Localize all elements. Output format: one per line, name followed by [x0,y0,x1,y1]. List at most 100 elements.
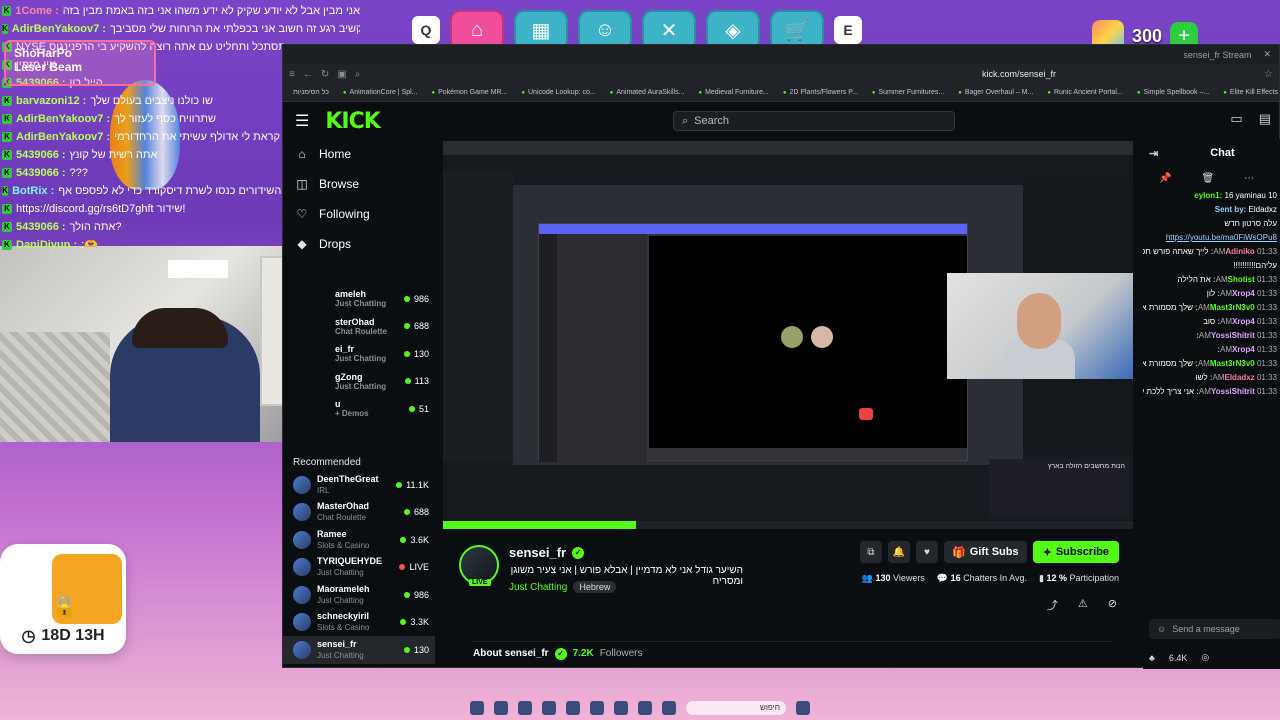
emote-icon[interactable]: ☺ [1157,624,1166,634]
bookmark-item[interactable]: AnimationCore | Spl... [343,89,418,96]
sponsor-banner: הנות מחשבים הזולה בארץ [989,459,1129,517]
chat-link[interactable]: https://youtu.be/ma0FiWsOPu8 [1166,233,1277,242]
bookmark-item[interactable]: Summer Furnitures... [872,89,944,96]
followed-channel[interactable]: u + Demos 51 [283,395,435,423]
kick-logo[interactable]: KICK [325,109,380,134]
close-window-icon[interactable]: ✕ [1263,49,1271,60]
reload-icon[interactable]: ↻ [321,69,329,80]
channel-points[interactable]: 6.4K [1169,653,1188,663]
chatters-stat: 💬 16 Chatters In Avg. [937,573,1027,584]
chat-title: Chat [1210,147,1235,159]
bookmark-item[interactable]: Bager Overhaul – M... [958,89,1033,96]
channel-avatar [293,585,311,604]
bookmark-item[interactable]: Medieval Furniture... [698,89,769,96]
chat-username[interactable]: eylon1: [1194,191,1224,200]
recommended-channel[interactable]: MasterOhad Chat Roulette 688 [283,499,435,527]
taskbar-app-icon[interactable] [518,701,532,715]
channel-info: LIVE sensei_fr ✓ השיער גודל אני לא מדמיי… [453,539,1133,661]
overlay-chat-user: barvazoni12 : [16,95,87,107]
followers-label: Followers [599,648,643,659]
chat-settings-icon[interactable]: ⋯ [1244,173,1254,184]
live-dot-icon [403,509,410,516]
chat-username[interactable]: Sent by: [1215,205,1249,214]
tab-title[interactable]: sensei_fr Stream [1183,50,1251,60]
search-input[interactable]: ⌕ Search [673,111,955,131]
overlay-chat-message: אני מבין אבל לא יודע שקיק לא ידע משהו אנ… [62,5,360,17]
report-icon[interactable]: ⚠ [1078,597,1088,613]
recommended-channel[interactable]: TYRIQUEHYDE Just Chatting LIVE [283,554,435,582]
chat-message: 01:33 AMXrop4: לון [1143,287,1280,301]
mod-badge-icon: K [2,132,12,142]
taskbar-app-icon[interactable] [638,701,652,715]
bookmark-item[interactable]: Runic Ancient Portal... [1047,89,1123,96]
taskbar-app-icon[interactable] [662,701,676,715]
followed-channel[interactable]: ei_fr Just Chatting 130 [283,340,435,368]
bookmark-star-icon[interactable]: ☆ [1264,69,1273,80]
taskbar-app-icon[interactable] [542,701,556,715]
url-field[interactable]: kick.com/sensei_fr [982,69,1056,79]
search-small-icon[interactable]: ⌕ [355,69,361,80]
nav-item-following[interactable]: ♡ Following [283,199,435,229]
key-q[interactable]: Q [412,16,440,44]
hide-icon[interactable]: ⊘ [1108,597,1117,613]
clip-icon[interactable]: ⧉ [860,541,882,563]
bookmark-item[interactable]: Unicode Lookup: co... [521,89,596,96]
live-dot-icon [403,323,410,330]
chat-text: סוב [1203,317,1216,326]
taskbar-search[interactable]: חיפוש [686,701,786,715]
key-e[interactable]: E [834,16,862,44]
taskbar-app-icon[interactable] [614,701,628,715]
followed-channel[interactable]: sterOhad Chat Roulette 688 [283,313,435,341]
taskbar-app-icon[interactable] [470,701,484,715]
collapse-chat-icon[interactable]: ⇥ [1149,147,1158,160]
windows-start-icon[interactable] [796,701,810,715]
extension-icon[interactable]: ▣ [337,69,346,80]
video-player[interactable]: הנות מחשבים הזולה בארץ [443,141,1133,529]
subscribe-button[interactable]: ✦ Subscribe [1032,541,1119,563]
layout-icon[interactable]: ▤ [1259,111,1271,127]
inbox-icon[interactable]: ▭ [1230,111,1242,127]
channel-avatar [293,558,311,577]
pin-icon[interactable]: 📌 [1159,173,1171,184]
bookmark-item[interactable]: Animated AuraSkills... [610,89,684,96]
recommended-channel[interactable]: schneckyiril Slots & Casino 3.3K [283,609,435,637]
channel-name[interactable]: sensei_fr [509,545,566,560]
follow-heart-icon[interactable]: ♥ [916,541,938,563]
nav-item-drops[interactable]: ◆ Drops [283,229,435,259]
hamburger-menu-icon[interactable]: ☰ [295,111,309,131]
recommended-channel[interactable]: sensei_fr Just Chatting 130 [283,636,435,664]
bookmark-item[interactable]: Elite Kill Effects Volu... [1223,89,1279,96]
bookmarks-folder[interactable]: כל הסימניות [293,89,329,96]
gift-subs-button[interactable]: 🎁 Gift Subs [944,541,1027,563]
followed-channel[interactable]: ameleh Just Chatting 986 [283,285,435,313]
bookmark-item[interactable]: Pokémon Game MR... [432,89,507,96]
kick-icon[interactable]: ◎ [1201,652,1209,663]
loading-sign [168,260,228,278]
followed-channel-text: gZong Just Chatting [335,372,405,391]
chat-text: את הלילה [1177,275,1211,284]
back-icon[interactable]: ← [303,69,313,80]
menu-dots-icon[interactable]: ≡ [289,69,295,80]
taskbar-app-icon[interactable] [494,701,508,715]
bookmark-item[interactable]: Simple Spellbook –... [1137,89,1209,96]
about-section: About sensei_fr ✓ 7.2K Followers [473,641,1113,661]
taskbar-app-icon[interactable] [590,701,604,715]
nav-item-home[interactable]: ⌂ Home [283,139,435,169]
send-message-input[interactable]: ☺ Send a message [1149,619,1280,639]
video-progress-bar[interactable] [443,521,1133,529]
gift-icon: 🎁 [952,546,966,559]
trash-icon[interactable]: 🗑 [1201,173,1214,184]
recommended-channel[interactable]: Maorameleh Just Chatting 986 [283,581,435,609]
language-tag[interactable]: Hebrew [573,581,617,593]
followed-channel[interactable]: gZong Just Chatting 113 [283,368,435,396]
bell-icon[interactable]: 🔔 [888,541,910,563]
bookmark-item[interactable]: 2D Plants/Flowers P... [783,89,858,96]
discord-window [538,223,968,462]
category-link[interactable]: Just Chatting [509,582,567,593]
taskbar-app-icon[interactable] [566,701,580,715]
hang-up-icon [859,408,873,420]
nav-item-browse[interactable]: ◫ Browse [283,169,435,199]
share-icon[interactable]: ⤴ [1047,597,1058,613]
recommended-channel[interactable]: DeenTheGreat IRL 11.1K [283,471,435,499]
recommended-channel[interactable]: Ramee Slots & Casino 3.6K [283,526,435,554]
